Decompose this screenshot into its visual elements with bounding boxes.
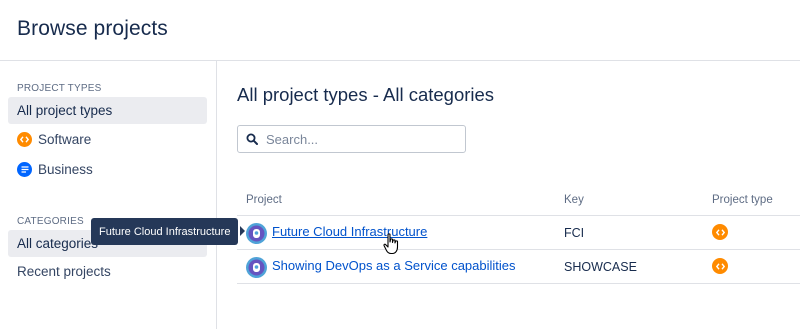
project-key: FCI xyxy=(564,226,585,240)
sidebar-item-label: All project types xyxy=(17,103,113,118)
page-header: Browse projects xyxy=(0,0,800,61)
sidebar-item-business[interactable]: Business xyxy=(8,156,207,183)
main-title: All project types - All categories xyxy=(237,84,495,105)
sidebar-item-label: All categories xyxy=(17,236,99,251)
table-row: Future Cloud Infrastructure FCI xyxy=(237,216,800,250)
page-title: Browse projects xyxy=(17,17,168,40)
categories-heading: CATEGORIES xyxy=(17,216,84,227)
sidebar-item-all-project-types[interactable]: All project types xyxy=(8,97,207,124)
project-link[interactable]: Showing DevOps as a Service capabilities xyxy=(272,258,516,273)
project-types-heading: PROJECT TYPES xyxy=(17,83,102,94)
sidebar: PROJECT TYPES All project types Software… xyxy=(0,61,217,329)
software-icon xyxy=(712,224,728,240)
sidebar-item-label: Business xyxy=(38,162,93,177)
column-header-project[interactable]: Project xyxy=(246,194,282,206)
hand-cursor-icon xyxy=(383,233,401,260)
business-icon xyxy=(17,162,32,177)
sidebar-item-label: Recent projects xyxy=(17,264,111,279)
search-box[interactable] xyxy=(237,125,466,153)
software-icon xyxy=(17,132,32,147)
project-tooltip: Future Cloud Infrastructure xyxy=(91,218,239,245)
table-row: Showing DevOps as a Service capabilities… xyxy=(237,250,800,284)
column-header-project-type[interactable]: Project type xyxy=(712,194,773,206)
sidebar-item-software[interactable]: Software xyxy=(8,126,207,153)
tooltip-arrow xyxy=(240,226,245,236)
project-link[interactable]: Future Cloud Infrastructure xyxy=(272,224,427,239)
search-input[interactable] xyxy=(266,131,456,147)
software-icon xyxy=(712,258,728,274)
sidebar-item-recent-projects[interactable]: Recent projects xyxy=(8,258,207,285)
search-icon xyxy=(238,126,266,152)
project-avatar-icon xyxy=(246,257,267,278)
column-header-key[interactable]: Key xyxy=(564,194,584,206)
project-key: SHOWCASE xyxy=(564,260,637,274)
project-avatar-icon xyxy=(246,223,267,244)
sidebar-item-label: Software xyxy=(38,132,92,147)
